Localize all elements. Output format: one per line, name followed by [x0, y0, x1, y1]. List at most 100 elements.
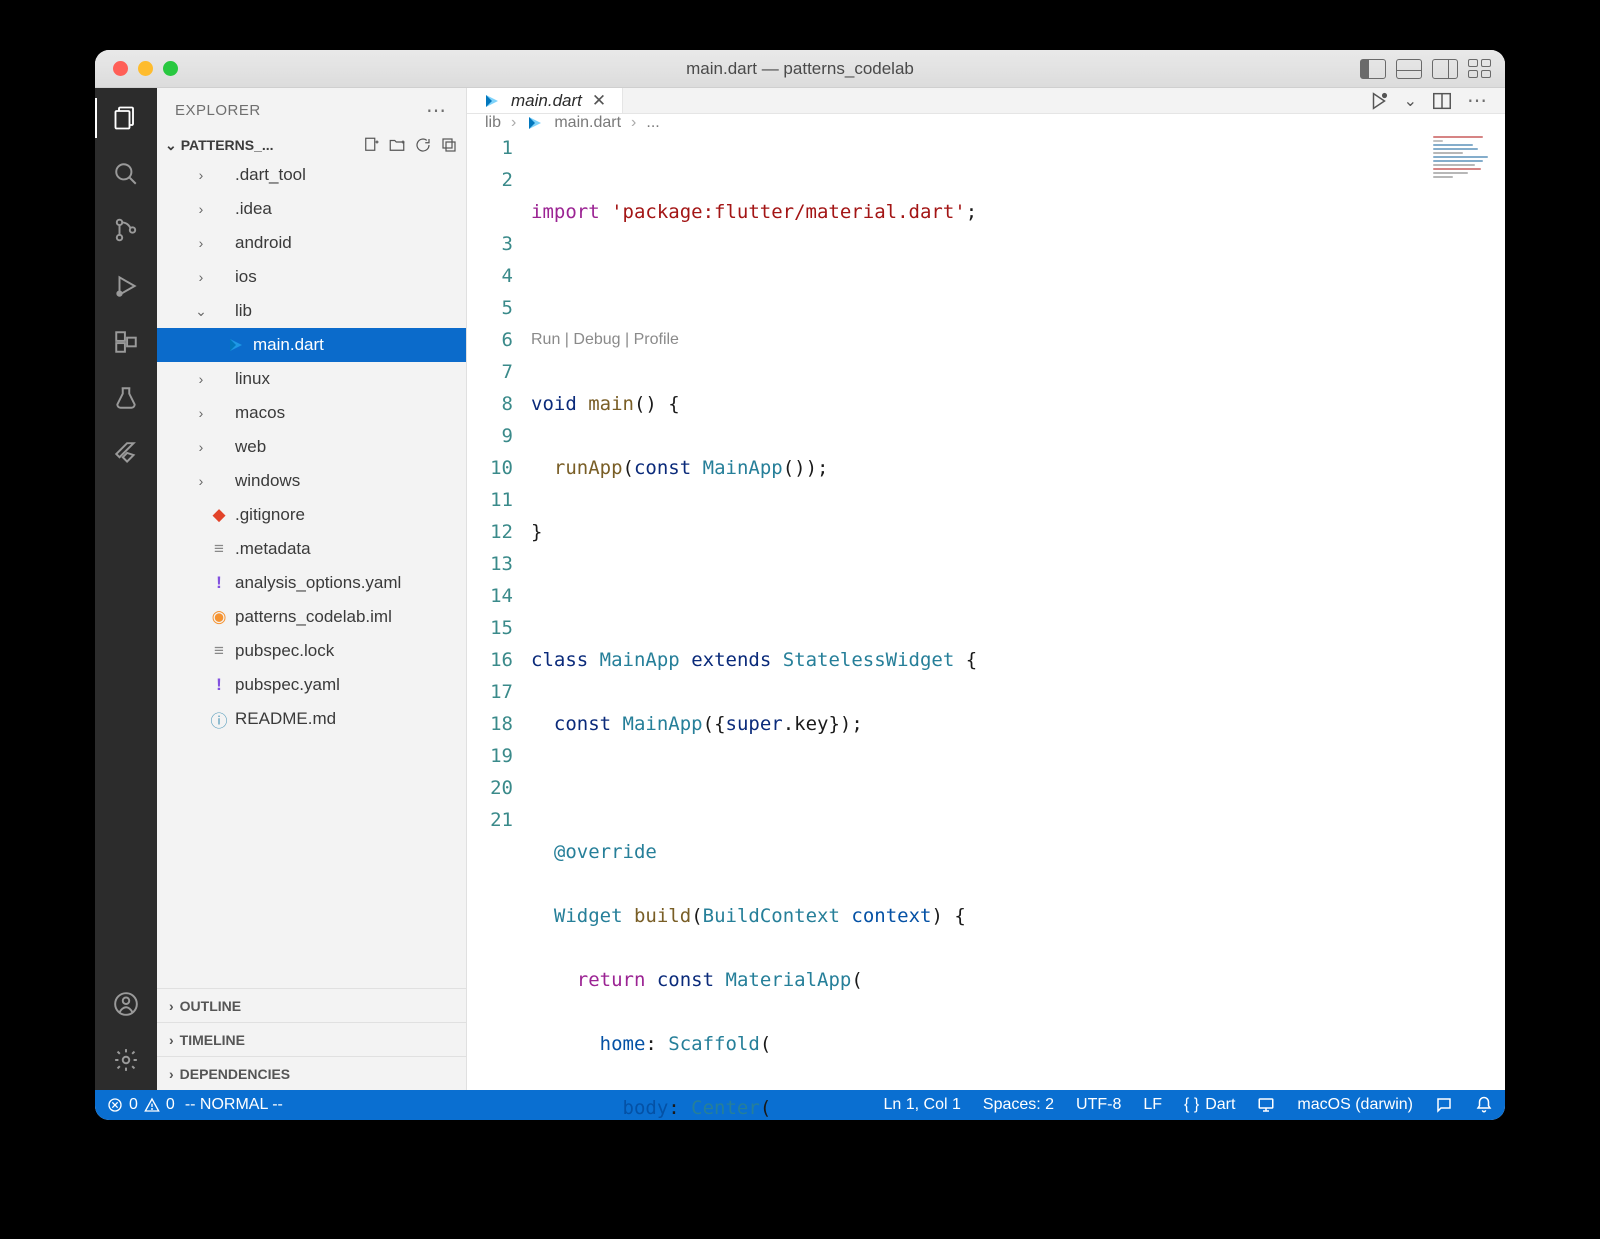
folder-.dart_tool[interactable]: ›.dart_tool: [157, 158, 466, 192]
timeline-section[interactable]: ›TIMELINE: [157, 1022, 466, 1056]
explorer-sidebar: EXPLORER ⋯ ⌄ PATTERNS_... ›.dart_tool›.i…: [157, 88, 467, 1090]
chevron-right-icon: ›: [511, 114, 516, 132]
source-control-icon[interactable]: [110, 214, 142, 246]
breadcrumb[interactable]: lib › main.dart › ...: [467, 114, 1505, 132]
vscode-window: main.dart — patterns_codelab: [95, 50, 1505, 1120]
tree-item-label: web: [235, 437, 266, 457]
flutter-icon[interactable]: [110, 438, 142, 470]
testing-icon[interactable]: [110, 382, 142, 414]
code-content[interactable]: import 'package:flutter/material.dart'; …: [531, 132, 1505, 1120]
folder-.idea[interactable]: › .idea: [157, 192, 466, 226]
tree-item-label: android: [235, 233, 292, 253]
customize-layout-icon[interactable]: [1468, 59, 1491, 79]
file-pubspec.yaml[interactable]: ! pubspec.yaml: [157, 668, 466, 702]
file-.gitignore[interactable]: ◆.gitignore: [157, 498, 466, 532]
explorer-header: EXPLORER ⋯: [157, 88, 466, 132]
file-main.dart[interactable]: main.dart: [157, 328, 466, 362]
chevron-right-icon: ›: [193, 371, 209, 387]
file-.metadata[interactable]: ≡ .metadata: [157, 532, 466, 566]
tree-item-label: windows: [235, 471, 300, 491]
tree-item-label: lib: [235, 301, 252, 321]
folder-web[interactable]: ›web: [157, 430, 466, 464]
close-tab-icon[interactable]: ✕: [592, 91, 606, 111]
chevron-down-icon[interactable]: ⌄: [1404, 91, 1417, 111]
chevron-down-icon: ⌄: [193, 303, 209, 320]
tree-item-label: analysis_options.yaml: [235, 573, 401, 593]
tree-item-label: main.dart: [253, 335, 324, 355]
chevron-right-icon: ›: [193, 269, 209, 285]
file-tree: ›.dart_tool›.idea›android›ios⌄libmain.da…: [157, 158, 466, 988]
file-icon: ≡: [209, 641, 229, 661]
dart-file-icon: [483, 92, 501, 110]
extensions-icon[interactable]: [110, 326, 142, 358]
file-patterns_codelab.iml[interactable]: ◉ patterns_codelab.iml: [157, 600, 466, 634]
file-analysis_options.yaml[interactable]: ! analysis_options.yaml: [157, 566, 466, 600]
titlebar: main.dart — patterns_codelab: [95, 50, 1505, 88]
dependencies-section[interactable]: ›DEPENDENCIES: [157, 1056, 466, 1090]
split-editor-icon[interactable]: [1431, 90, 1453, 112]
toggle-panel-icon[interactable]: [1396, 59, 1422, 79]
run-file-icon[interactable]: [1368, 90, 1390, 112]
tree-item-label: .dart_tool: [235, 165, 306, 185]
folder-android[interactable]: ›android: [157, 226, 466, 260]
tree-item-label: .metadata: [235, 539, 311, 559]
tab-main-dart[interactable]: main.dart ✕: [467, 88, 623, 113]
breadcrumb-file[interactable]: main.dart: [554, 114, 621, 132]
explorer-icon[interactable]: [110, 102, 142, 134]
folder-linux[interactable]: ›linux: [157, 362, 466, 396]
activity-bar: [95, 88, 157, 1090]
line-gutter: 123456789101112131415161718192021: [467, 132, 531, 1120]
accounts-icon[interactable]: [110, 988, 142, 1020]
editor-more-icon[interactable]: ⋯: [1467, 88, 1489, 113]
explorer-more-icon[interactable]: ⋯: [426, 98, 448, 123]
chevron-right-icon: ›: [193, 405, 209, 421]
file-icon: ≡: [209, 539, 229, 559]
tree-item-label: .idea: [235, 199, 272, 219]
tree-item-label: .gitignore: [235, 505, 305, 525]
dart-file-icon: [526, 114, 544, 132]
chevron-right-icon: ›: [169, 1066, 174, 1082]
minimap[interactable]: [1433, 136, 1497, 196]
tree-item-label: pubspec.yaml: [235, 675, 340, 695]
yaml-icon: !: [209, 675, 229, 695]
folder-windows[interactable]: › windows: [157, 464, 466, 498]
breadcrumb-more[interactable]: ...: [646, 114, 659, 132]
settings-gear-icon[interactable]: [110, 1044, 142, 1076]
file-README.md[interactable]: ⓘREADME.md: [157, 702, 466, 736]
project-header[interactable]: ⌄ PATTERNS_...: [157, 132, 466, 158]
editor-group: main.dart ✕ ⌄ ⋯ lib › main.dart › ...: [467, 88, 1505, 1090]
folder-ios[interactable]: › ios: [157, 260, 466, 294]
code-lens[interactable]: Run | Debug | Profile: [531, 324, 1405, 356]
tree-item-label: patterns_codelab.iml: [235, 607, 392, 627]
chevron-right-icon: ›: [193, 201, 209, 217]
tab-label: main.dart: [511, 91, 582, 111]
refresh-icon[interactable]: [414, 136, 432, 154]
tree-item-label: macos: [235, 403, 285, 423]
chevron-down-icon: ⌄: [165, 137, 177, 154]
search-icon[interactable]: [110, 158, 142, 190]
outline-section[interactable]: ›OUTLINE: [157, 988, 466, 1022]
code-editor[interactable]: 123456789101112131415161718192021 import…: [467, 132, 1505, 1120]
project-name: PATTERNS_...: [181, 137, 274, 153]
project-actions: [362, 136, 458, 154]
toggle-secondary-sidebar-icon[interactable]: [1432, 59, 1458, 79]
folder-lib[interactable]: ⌄ lib: [157, 294, 466, 328]
run-debug-icon[interactable]: [110, 270, 142, 302]
collapse-all-icon[interactable]: [440, 136, 458, 154]
new-file-icon[interactable]: [362, 136, 380, 154]
file-pubspec.lock[interactable]: ≡pubspec.lock: [157, 634, 466, 668]
new-folder-icon[interactable]: [388, 136, 406, 154]
yaml-icon: !: [209, 573, 229, 593]
window-title: main.dart — patterns_codelab: [95, 59, 1505, 79]
folder-macos[interactable]: › macos: [157, 396, 466, 430]
chevron-right-icon: ›: [631, 114, 636, 132]
chevron-right-icon: ›: [193, 473, 209, 489]
tree-item-label: ios: [235, 267, 257, 287]
chevron-right-icon: ›: [169, 1032, 174, 1048]
explorer-title: EXPLORER: [175, 102, 261, 119]
breadcrumb-folder[interactable]: lib: [485, 114, 501, 132]
layout-controls: [1360, 59, 1491, 79]
problems-indicator[interactable]: 0 0: [107, 1096, 175, 1114]
toggle-primary-sidebar-icon[interactable]: [1360, 59, 1386, 79]
iml-icon: ◉: [209, 607, 229, 627]
